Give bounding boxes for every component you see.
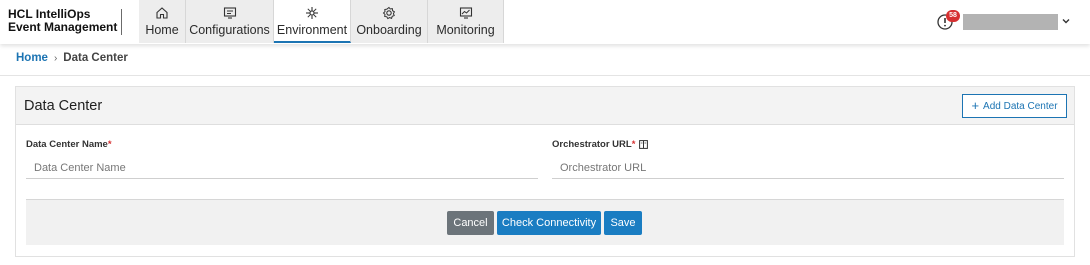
top-bar: HCL IntelliOps Event Management Home Con… xyxy=(0,0,1090,44)
breadcrumb-home-link[interactable]: Home xyxy=(16,52,48,64)
onboarding-icon xyxy=(382,6,396,20)
plus-icon: + xyxy=(971,98,980,113)
main-nav: Home Configurations Environment Onboardi… xyxy=(139,0,504,43)
required-marker: * xyxy=(631,139,636,150)
nav-label-environment: Environment xyxy=(276,23,348,37)
data-center-card: Data Center + Add Data Center Data Cente… xyxy=(15,86,1075,257)
nav-label-monitoring: Monitoring xyxy=(436,23,495,37)
home-icon xyxy=(156,7,168,19)
data-center-name-label-text: Data Center Name xyxy=(26,139,108,150)
brand-line-2: Event Management xyxy=(8,20,118,34)
breadcrumb-divider xyxy=(0,75,1090,76)
environment-icon xyxy=(306,7,318,19)
form-actions: Cancel Check Connectivity Save xyxy=(26,199,1064,245)
required-marker: * xyxy=(107,139,112,150)
data-center-name-input[interactable] xyxy=(26,157,538,179)
save-button[interactable]: Save xyxy=(604,211,642,235)
nav-item-home[interactable]: Home xyxy=(139,0,186,43)
breadcrumb-current: Data Center xyxy=(63,52,128,64)
nav-item-environment[interactable]: Environment xyxy=(274,0,351,43)
add-data-center-button[interactable]: + Add Data Center xyxy=(962,94,1067,118)
page-title: Data Center xyxy=(24,98,103,114)
add-data-center-label: Add Data Center xyxy=(983,100,1058,112)
nav-label-onboarding: Onboarding xyxy=(356,23,422,37)
orchestrator-url-label-text: Orchestrator URL xyxy=(552,139,632,150)
nav-item-configurations[interactable]: Configurations xyxy=(186,0,274,43)
brand-divider xyxy=(121,9,122,35)
nav-item-monitoring[interactable]: Monitoring xyxy=(428,0,504,43)
user-menu[interactable] xyxy=(963,14,1058,30)
chevron-down-icon[interactable] xyxy=(1061,16,1071,26)
check-connectivity-button[interactable]: Check Connectivity xyxy=(497,211,601,235)
nav-label-home: Home xyxy=(145,23,179,37)
configurations-icon xyxy=(223,7,236,19)
breadcrumb: Home › Data Center xyxy=(16,52,128,64)
card-header: Data Center + Add Data Center xyxy=(16,87,1074,125)
data-center-name-label: Data Center Name * xyxy=(26,139,112,150)
info-icon[interactable] xyxy=(639,140,649,149)
monitoring-icon xyxy=(459,7,472,19)
cancel-button[interactable]: Cancel xyxy=(447,211,494,235)
orchestrator-url-input[interactable] xyxy=(552,157,1064,179)
orchestrator-url-label: Orchestrator URL * xyxy=(552,139,649,150)
alert-count-badge: 58 xyxy=(946,10,960,22)
brand-logo[interactable]: HCL IntelliOps Event Management xyxy=(8,8,120,34)
nav-label-configurations: Configurations xyxy=(189,23,270,37)
nav-item-onboarding[interactable]: Onboarding xyxy=(351,0,428,43)
breadcrumb-separator: › xyxy=(53,52,58,64)
